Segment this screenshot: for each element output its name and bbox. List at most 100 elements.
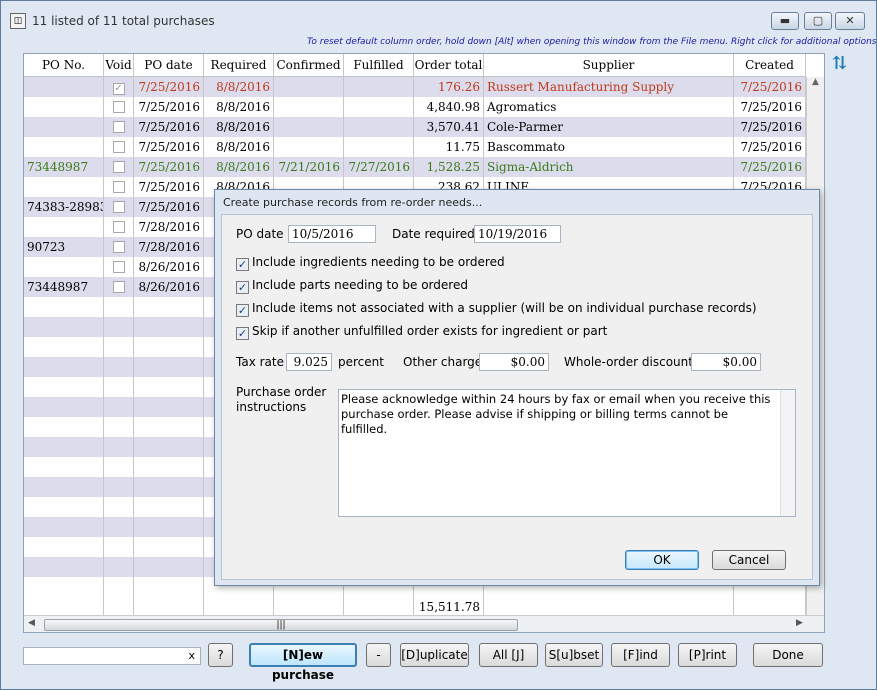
void-checkbox[interactable]: ✓ [112,83,125,95]
empty-cell [134,477,204,497]
void-cell [104,257,134,277]
empty-cell [134,377,204,397]
column-header[interactable]: Order total [414,54,484,77]
maximize-icon[interactable]: ▢ [804,12,832,30]
horizontal-scroll-thumb[interactable]: ||| [44,619,518,631]
void-checkbox[interactable] [112,201,125,213]
ok-button[interactable]: OK [625,550,699,570]
option-row[interactable]: ✓ Include parts needing to be ordered [236,278,468,294]
done-button[interactable]: Done [753,643,823,667]
instructions-label: Purchase order instructions [236,385,327,414]
empty-cell [134,537,204,557]
void-cell [104,157,134,177]
option-row[interactable]: ✓ Skip if another unfulfilled order exist… [236,324,607,340]
column-header[interactable]: Confirmed [274,54,344,77]
empty-cell [104,597,134,617]
empty-cell [134,437,204,457]
void-checkbox[interactable] [112,121,125,133]
void-cell [104,237,134,257]
discount-label: Whole-order discount [564,355,693,369]
column-header[interactable]: Created [734,54,806,77]
void-checkbox[interactable] [112,241,125,253]
close-icon[interactable]: ✕ [835,12,865,30]
empty-cell [134,317,204,337]
void-checkbox[interactable] [112,161,125,173]
void-checkbox[interactable] [112,181,125,193]
help-button[interactable]: ? [208,643,233,667]
column-header[interactable]: Required by [204,54,274,94]
other-charge-label: Other charge [403,355,483,369]
table-row[interactable]: 7/25/2016 8/8/2016 4,840.98 Agromatics 7/25/… [24,97,806,117]
all-button[interactable]: All [J] [479,643,538,667]
po-date-field[interactable]: 10/5/2016 [288,225,376,243]
date-required-field[interactable]: 10/19/2016 [474,225,561,243]
column-header[interactable]: Fulfilled [344,54,414,77]
empty-cell [24,397,104,417]
option-row[interactable]: ✓ Include items not associated with a sup… [236,301,757,317]
order-total-sum: 15,511.78 [414,597,484,617]
tax-rate-field[interactable]: 9.025 [286,353,332,371]
instructions-textarea[interactable]: Please acknowledge within 24 hours by fa… [338,389,796,517]
po-cell [24,97,104,117]
void-checkbox[interactable] [112,101,125,113]
percent-label: percent [338,355,384,369]
column-header[interactable]: Supplier [484,54,734,77]
option-checkbox[interactable]: ✓ [236,258,249,271]
option-checkbox[interactable]: ✓ [236,327,249,340]
duplicate-button[interactable]: [D]uplicate [400,643,469,667]
empty-cell [24,417,104,437]
grid-header: PO No.VoidPO dateRequired byConfirmedFul… [24,54,806,94]
remove-button[interactable]: - [366,643,391,667]
empty-cell [104,497,134,517]
void-checkbox[interactable] [112,141,125,153]
void-checkbox[interactable] [112,261,125,273]
scroll-up-icon[interactable]: ▲ [807,77,824,87]
scroll-left-icon[interactable]: ◀ [28,618,35,628]
po-cell [24,177,104,197]
find-button[interactable]: [F]ind [611,643,670,667]
scroll-right-icon[interactable]: ▶ [796,618,803,628]
empty-cell [134,597,204,617]
po-cell [24,257,104,277]
created-cell: 7/25/2016 [734,97,806,117]
textarea-scrollbar[interactable] [780,390,795,516]
required-cell: 8/8/2016 [204,97,274,117]
supplier-cell: Agromatics [484,97,734,117]
subset-button[interactable]: S[u]bset [545,643,603,667]
option-checkbox[interactable]: ✓ [236,304,249,317]
other-charge-field[interactable]: $0.00 [479,353,549,371]
option-label: Skip if another unfulfilled order exists… [252,324,608,338]
void-checkbox[interactable] [112,221,125,233]
table-row[interactable]: ✓ 7/25/2016 8/8/2016 176.26 Russert Manufact… [24,77,806,97]
empty-cell [24,357,104,377]
search-input[interactable]: x [23,647,201,665]
minimize-icon[interactable]: ▬ [771,12,799,30]
option-checkbox[interactable]: ✓ [236,281,249,294]
empty-cell [134,297,204,317]
empty-cell [134,517,204,537]
discount-field[interactable]: $0.00 [691,353,761,371]
table-row[interactable]: 7/25/2016 8/8/2016 3,570.41 Cole-Parmer 7/25… [24,117,806,137]
table-row[interactable]: 73448987 7/25/2016 8/8/2016 7/21/2016 7/27/2… [24,157,806,177]
po-date-cell: 7/25/2016 [134,157,204,177]
print-button[interactable]: [P]rint [678,643,737,667]
new-purchase-button[interactable]: [N]ew purchase [249,643,357,682]
required-cell: 8/8/2016 [204,137,274,157]
table-row[interactable]: 7/25/2016 8/8/2016 11.75 Bascommato 7/25/201… [24,137,806,157]
column-header[interactable]: Void [104,54,134,77]
total-cell: 176.26 [414,77,484,97]
empty-cell [24,557,104,577]
empty-cell [274,597,344,617]
option-row[interactable]: ✓ Include ingredients needing to be order… [236,255,505,271]
title-bar: ◫ 11 listed of 11 total purchases ▬ ▢ ✕ [1,1,876,41]
supplier-cell: Russert Manufacturing Supply [484,77,734,97]
column-header[interactable]: PO No. [24,54,104,77]
column-header[interactable]: PO date [134,54,204,77]
sort-icon[interactable]: ⇅ [832,53,856,77]
cancel-button[interactable]: Cancel [712,550,786,570]
po-date-cell: 7/25/2016 [134,77,204,97]
confirmed-cell [274,137,344,157]
dialog-title: Create purchase records from re-order ne… [223,196,483,209]
horizontal-scrollbar[interactable]: ◀ ||| ▶ [24,615,824,632]
void-checkbox[interactable] [112,281,125,293]
